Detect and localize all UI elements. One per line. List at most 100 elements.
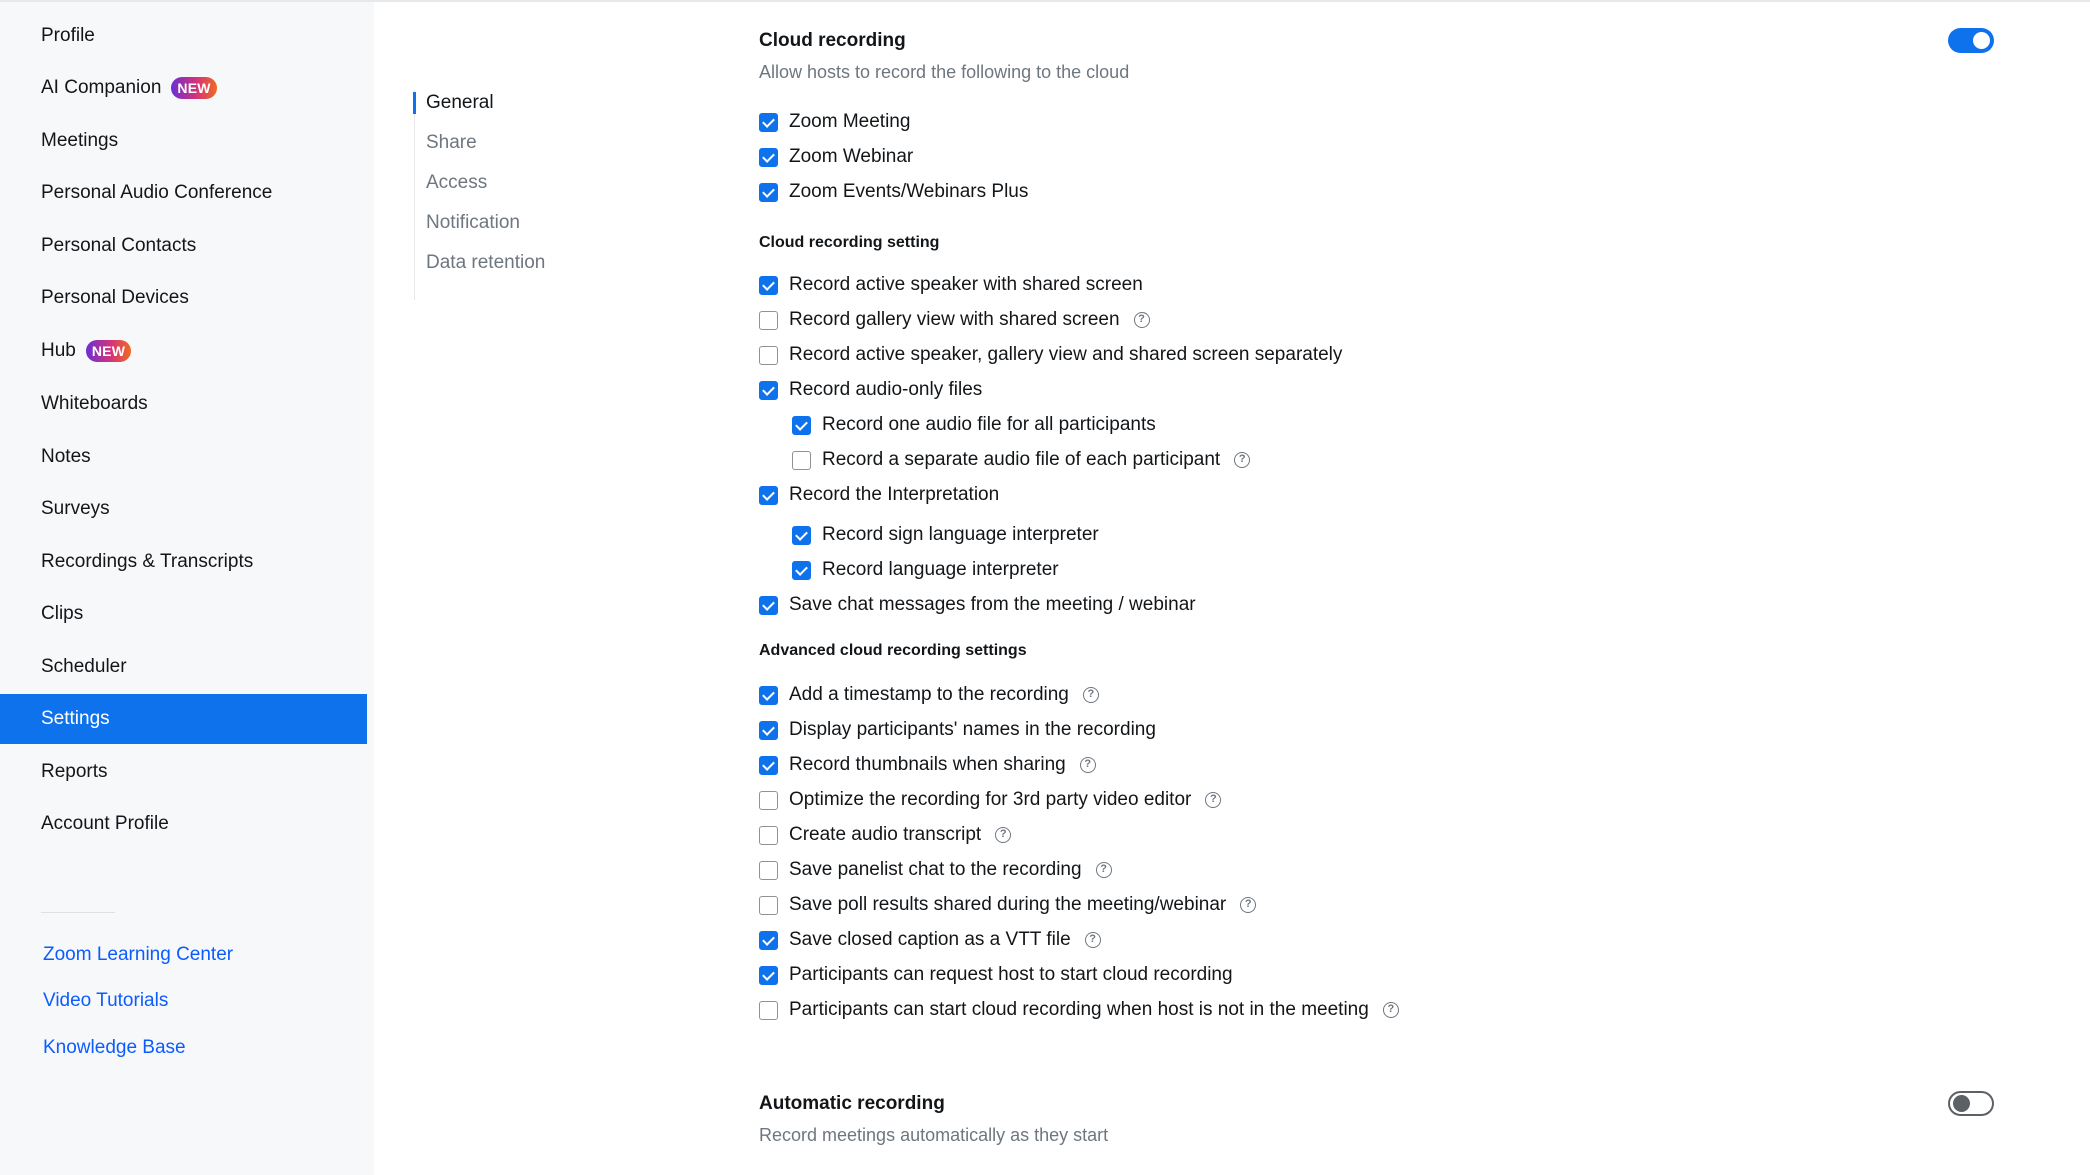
- checkbox-row-optimize-3rd-party[interactable]: Optimize the recording for 3rd party vid…: [759, 787, 1222, 813]
- info-icon[interactable]: ?: [1240, 897, 1257, 913]
- checkbox[interactable]: [759, 755, 778, 775]
- checkbox-row-request-host[interactable]: Participants can request host to start c…: [759, 962, 1233, 988]
- sidebar-item-personal-devices[interactable]: Personal Devices: [0, 273, 367, 323]
- checkbox-row-participant-names[interactable]: Display participants' names in the recor…: [759, 717, 1156, 743]
- checkbox[interactable]: [759, 595, 778, 615]
- checkbox-label: Zoom Events/Webinars Plus: [789, 181, 1029, 202]
- knowledge-base-link[interactable]: Knowledge Base: [43, 1037, 186, 1059]
- sidebar-item-notes[interactable]: Notes: [0, 432, 367, 482]
- info-icon[interactable]: ?: [1133, 312, 1150, 328]
- checkbox-row-poll-results[interactable]: Save poll results shared during the meet…: [759, 892, 1257, 918]
- sidebar-item-label: Meetings: [41, 130, 119, 151]
- checkbox[interactable]: [792, 450, 811, 470]
- checkbox-row-start-without-host[interactable]: Participants can start cloud recording w…: [759, 997, 1399, 1023]
- checkbox[interactable]: [759, 1000, 778, 1020]
- sidebar-item-personal-audio-conference[interactable]: Personal Audio Conference: [0, 168, 367, 218]
- checkbox-row-separately[interactable]: Record active speaker, gallery view and …: [759, 342, 1342, 368]
- checkbox-row-sign-language[interactable]: Record sign language interpreter: [792, 522, 1099, 548]
- checkbox-row-timestamp[interactable]: Add a timestamp to the recording?: [759, 682, 1099, 708]
- checkbox[interactable]: [759, 112, 778, 132]
- tab-general[interactable]: General: [426, 92, 494, 114]
- checkbox[interactable]: [759, 930, 778, 950]
- sidebar-item-account-profile[interactable]: Account Profile: [0, 799, 367, 849]
- checkbox[interactable]: [759, 790, 778, 810]
- checkbox[interactable]: [759, 895, 778, 915]
- info-icon[interactable]: ?: [1084, 932, 1101, 948]
- sidebar-item-label: Surveys: [41, 498, 110, 519]
- cloud-recording-setting-heading: Cloud recording setting: [759, 234, 940, 251]
- checkbox-row-vtt-caption[interactable]: Save closed caption as a VTT file?: [759, 927, 1101, 953]
- cloud-recording-toggle[interactable]: [1948, 28, 1994, 53]
- sidebar-item-surveys[interactable]: Surveys: [0, 484, 367, 534]
- checkbox[interactable]: [792, 525, 811, 545]
- checkbox-row-audio-transcript[interactable]: Create audio transcript?: [759, 822, 1012, 848]
- checkbox-row-separate-audio-file[interactable]: Record a separate audio file of each par…: [792, 447, 1251, 473]
- checkbox-row-zoom-meeting[interactable]: Zoom Meeting: [759, 109, 910, 135]
- checkbox-row-one-audio-file[interactable]: Record one audio file for all participan…: [792, 412, 1156, 438]
- sidebar-item-settings[interactable]: Settings: [0, 694, 367, 744]
- checkbox-label: Create audio transcript: [789, 824, 982, 845]
- sidebar-item-label: Settings: [41, 708, 110, 729]
- info-icon[interactable]: ?: [995, 827, 1012, 843]
- checkbox[interactable]: [759, 182, 778, 202]
- tab-data-retention[interactable]: Data retention: [426, 252, 545, 274]
- checkbox[interactable]: [759, 685, 778, 705]
- checkbox[interactable]: [759, 720, 778, 740]
- checkbox[interactable]: [792, 415, 811, 435]
- checkbox[interactable]: [759, 485, 778, 505]
- sidebar-item-label: AI Companion: [41, 77, 162, 98]
- sidebar-item-scheduler[interactable]: Scheduler: [0, 642, 367, 692]
- sidebar-item-reports[interactable]: Reports: [0, 747, 367, 797]
- sidebar-item-label: Profile: [41, 25, 95, 46]
- checkbox-label: Save chat messages from the meeting / we…: [789, 594, 1196, 615]
- toggle-knob: [1973, 32, 1990, 49]
- checkbox-row-language-interpreter[interactable]: Record language interpreter: [792, 557, 1059, 583]
- checkbox[interactable]: [759, 275, 778, 295]
- checkbox[interactable]: [759, 965, 778, 985]
- tab-share[interactable]: Share: [426, 132, 477, 154]
- checkbox[interactable]: [759, 825, 778, 845]
- info-icon[interactable]: ?: [1082, 687, 1099, 703]
- checkbox-row-zoom-webinar[interactable]: Zoom Webinar: [759, 144, 913, 170]
- sidebar-item-personal-contacts[interactable]: Personal Contacts: [0, 221, 367, 271]
- sidebar-item-clips[interactable]: Clips: [0, 589, 367, 639]
- info-icon[interactable]: ?: [1095, 862, 1112, 878]
- sidebar-item-profile[interactable]: Profile: [0, 11, 367, 61]
- checkbox[interactable]: [792, 560, 811, 580]
- checkbox[interactable]: [759, 147, 778, 167]
- sidebar-item-ai-companion[interactable]: AI Companion NEW: [0, 63, 367, 113]
- tab-notification[interactable]: Notification: [426, 212, 520, 234]
- sidebar-item-whiteboards[interactable]: Whiteboards: [0, 379, 367, 429]
- tab-access[interactable]: Access: [426, 172, 487, 194]
- checkbox-row-gallery-view[interactable]: Record gallery view with shared screen?: [759, 307, 1150, 333]
- automatic-recording-toggle[interactable]: [1948, 1091, 1994, 1116]
- automatic-recording-title: Automatic recording: [759, 1093, 945, 1114]
- info-icon[interactable]: ?: [1382, 1002, 1399, 1018]
- sidebar-item-label: Account Profile: [41, 813, 169, 834]
- sidebar-item-recordings-transcripts[interactable]: Recordings & Transcripts: [0, 537, 367, 587]
- checkbox[interactable]: [759, 345, 778, 365]
- checkbox[interactable]: [759, 860, 778, 880]
- checkbox-row-panelist-chat[interactable]: Save panelist chat to the recording?: [759, 857, 1112, 883]
- sidebar-item-meetings[interactable]: Meetings: [0, 116, 367, 166]
- checkbox[interactable]: [759, 310, 778, 330]
- checkbox-row-zoom-events[interactable]: Zoom Events/Webinars Plus: [759, 179, 1028, 205]
- info-icon[interactable]: ?: [1234, 452, 1251, 468]
- checkbox-row-thumbnails[interactable]: Record thumbnails when sharing?: [759, 752, 1096, 778]
- info-icon[interactable]: ?: [1205, 792, 1222, 808]
- sidebar-item-hub[interactable]: Hub NEW: [0, 326, 367, 376]
- sidebar-item-label: Reports: [41, 761, 108, 782]
- checkbox-row-save-chat[interactable]: Save chat messages from the meeting / we…: [759, 592, 1196, 618]
- video-tutorials-link[interactable]: Video Tutorials: [43, 990, 168, 1012]
- checkbox[interactable]: [759, 380, 778, 400]
- subnav-active-indicator: [413, 92, 416, 114]
- checkbox-row-interpretation[interactable]: Record the Interpretation: [759, 482, 999, 508]
- sidebar-item-label: Clips: [41, 603, 84, 624]
- toggle-knob: [1953, 1095, 1970, 1112]
- zoom-learning-center-link[interactable]: Zoom Learning Center: [43, 944, 233, 966]
- checkbox-row-active-speaker[interactable]: Record active speaker with shared screen: [759, 272, 1143, 298]
- checkbox-label: Record one audio file for all participan…: [822, 414, 1156, 435]
- settings-page: Profile AI Companion NEW Meetings Persona…: [0, 0, 2090, 1175]
- info-icon[interactable]: ?: [1079, 757, 1096, 773]
- checkbox-row-audio-only[interactable]: Record audio-only files: [759, 377, 982, 403]
